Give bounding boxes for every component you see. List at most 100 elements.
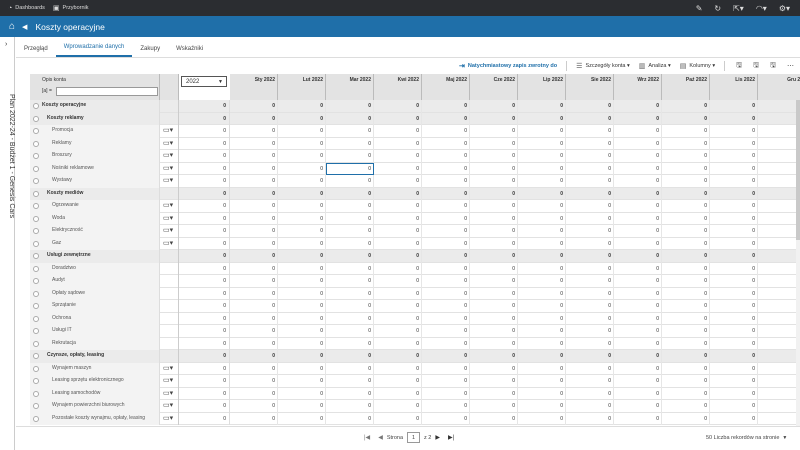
month-value-cell[interactable]: 0 — [566, 387, 614, 400]
month-value-cell[interactable]: 0 — [710, 312, 758, 325]
month-value-cell[interactable]: 0 — [758, 163, 800, 176]
month-value-cell[interactable]: 0 — [230, 125, 278, 138]
calendar-icon[interactable]: ▭▾ — [163, 402, 173, 410]
save-as-icon[interactable]: 🖫 — [753, 61, 759, 72]
month-value-cell[interactable]: 0 — [614, 200, 662, 213]
month-value-cell[interactable]: 0 — [758, 288, 800, 301]
przybornik-link[interactable]: ▣ Przybornik — [53, 4, 89, 12]
month-value-cell[interactable]: 0 — [422, 125, 470, 138]
month-value-cell[interactable]: 0 — [470, 287, 518, 300]
month-value-cell[interactable]: 0 — [614, 212, 662, 225]
month-value-cell[interactable]: 0 — [230, 300, 278, 313]
month-value-cell[interactable]: 0 — [230, 337, 278, 350]
month-value-cell[interactable]: 0 — [374, 325, 422, 338]
row-select-radio[interactable] — [33, 140, 39, 147]
month-column-header[interactable]: Sty 2022 — [230, 74, 278, 100]
month-value-cell[interactable]: 0 — [758, 150, 800, 163]
month-column-header[interactable]: Kwi 2022 — [374, 74, 422, 100]
month-value-cell[interactable]: 0 — [662, 237, 710, 250]
month-value-cell[interactable]: 0 — [230, 412, 278, 425]
month-value-cell[interactable]: 0 — [422, 400, 470, 413]
month-column-header[interactable]: Sie 2022 — [566, 74, 614, 100]
month-value-cell[interactable]: 0 — [710, 287, 758, 300]
row-select-radio[interactable] — [33, 403, 39, 409]
month-value-cell[interactable]: 0 — [374, 300, 422, 313]
month-value-cell[interactable]: 0 — [278, 400, 326, 413]
month-value-cell[interactable]: 0 — [278, 150, 326, 163]
month-value-cell[interactable]: 0 — [326, 225, 374, 238]
month-value-cell[interactable]: 0 — [278, 362, 326, 375]
month-value-cell[interactable]: 0 — [710, 412, 758, 425]
tab-wskazniki[interactable]: Wskaźniki — [168, 36, 211, 57]
month-value-cell[interactable]: 0 — [614, 375, 662, 388]
month-value-cell[interactable]: 0 — [758, 213, 800, 226]
month-value-cell[interactable]: 0 — [278, 312, 326, 325]
month-value-cell[interactable]: 0 — [566, 362, 614, 375]
side-panel[interactable]: › Plan 2022-24 - Budżet 1 - Genesis Cars — [0, 37, 15, 450]
month-value-cell[interactable]: 0 — [662, 300, 710, 313]
month-value-cell[interactable]: 0 — [422, 150, 470, 163]
month-value-cell[interactable]: 0 — [662, 312, 710, 325]
month-value-cell[interactable]: 0 — [422, 362, 470, 375]
month-value-cell[interactable]: 0 — [422, 262, 470, 275]
month-value-cell[interactable]: 0 — [710, 362, 758, 375]
month-value-cell[interactable]: 0 — [710, 137, 758, 150]
month-value-cell[interactable]: 0 — [230, 162, 278, 175]
calendar-icon[interactable]: ▭▾ — [163, 377, 173, 385]
tab-przeglad[interactable]: Przegląd — [16, 36, 56, 57]
month-value-cell[interactable]: 0 — [326, 200, 374, 213]
month-value-cell[interactable]: 0 — [566, 412, 614, 425]
month-value-cell[interactable]: 0 — [230, 387, 278, 400]
refresh-icon[interactable]: ↻ — [714, 4, 721, 13]
month-value-cell[interactable]: 0 — [422, 312, 470, 325]
month-value-cell[interactable]: 0 — [230, 237, 278, 250]
month-value-cell[interactable]: 0 — [374, 150, 422, 163]
row-select-radio[interactable] — [33, 415, 39, 422]
month-value-cell[interactable]: 0 — [710, 212, 758, 225]
month-value-cell[interactable]: 0 — [374, 225, 422, 238]
prev-page-icon[interactable]: ◀ — [378, 434, 383, 441]
month-value-cell[interactable]: 0 — [758, 400, 800, 413]
month-value-cell[interactable]: 0 — [566, 275, 614, 288]
month-value-cell[interactable]: 0 — [614, 287, 662, 300]
month-value-cell[interactable]: 0 — [566, 337, 614, 350]
month-value-cell[interactable]: 0 — [662, 275, 710, 288]
month-value-cell[interactable]: 0 — [662, 200, 710, 213]
month-value-cell[interactable]: 0 — [326, 287, 374, 300]
settings-gear-icon[interactable]: ⚙▾ — [779, 4, 790, 13]
month-value-cell[interactable]: 0 — [710, 300, 758, 313]
row-select-radio[interactable] — [33, 153, 39, 159]
scrollbar-thumb[interactable] — [796, 100, 800, 240]
tab-wprowadzanie-danych[interactable]: Wprowadzanie danych — [55, 36, 133, 57]
month-value-cell[interactable]: 0 — [230, 137, 278, 150]
row-select-radio[interactable] — [33, 253, 39, 259]
month-value-cell[interactable]: 0 — [230, 325, 278, 338]
month-value-cell[interactable]: 0 — [710, 400, 758, 413]
columns-dropdown[interactable]: ▤ Kolumny ▾ — [680, 62, 715, 70]
month-value-cell[interactable]: 0 — [230, 275, 278, 288]
month-value-cell[interactable]: 0 — [374, 312, 422, 325]
next-page-icon[interactable]: ▶ — [435, 434, 440, 441]
month-value-cell[interactable]: 0 — [614, 325, 662, 338]
month-value-cell[interactable]: 0 — [662, 262, 710, 275]
month-value-cell[interactable]: 0 — [758, 125, 800, 138]
month-value-cell[interactable]: 0 — [230, 375, 278, 388]
month-value-cell[interactable]: 0 — [518, 200, 566, 213]
month-value-cell[interactable]: 0 — [710, 237, 758, 250]
month-value-cell[interactable]: 0 — [518, 375, 566, 388]
month-value-cell[interactable]: 0 — [566, 137, 614, 150]
month-value-cell[interactable]: 0 — [710, 200, 758, 213]
month-value-cell[interactable]: 0 — [374, 337, 422, 350]
month-value-cell[interactable]: 0 — [662, 325, 710, 338]
row-select-radio[interactable] — [33, 103, 39, 109]
month-value-cell[interactable]: 0 — [662, 375, 710, 388]
month-value-cell[interactable]: 0 — [278, 162, 326, 175]
month-value-cell[interactable]: 0 — [470, 262, 518, 275]
month-value-cell[interactable]: 0 — [614, 225, 662, 238]
month-value-cell[interactable]: 0 — [566, 212, 614, 225]
month-column-header[interactable]: Lip 2022 — [518, 74, 566, 100]
month-value-cell[interactable]: 0 — [374, 375, 422, 388]
month-value-cell[interactable]: 0 — [518, 387, 566, 400]
month-value-cell[interactable]: 0 — [374, 137, 422, 150]
month-value-cell[interactable]: 0 — [470, 325, 518, 338]
